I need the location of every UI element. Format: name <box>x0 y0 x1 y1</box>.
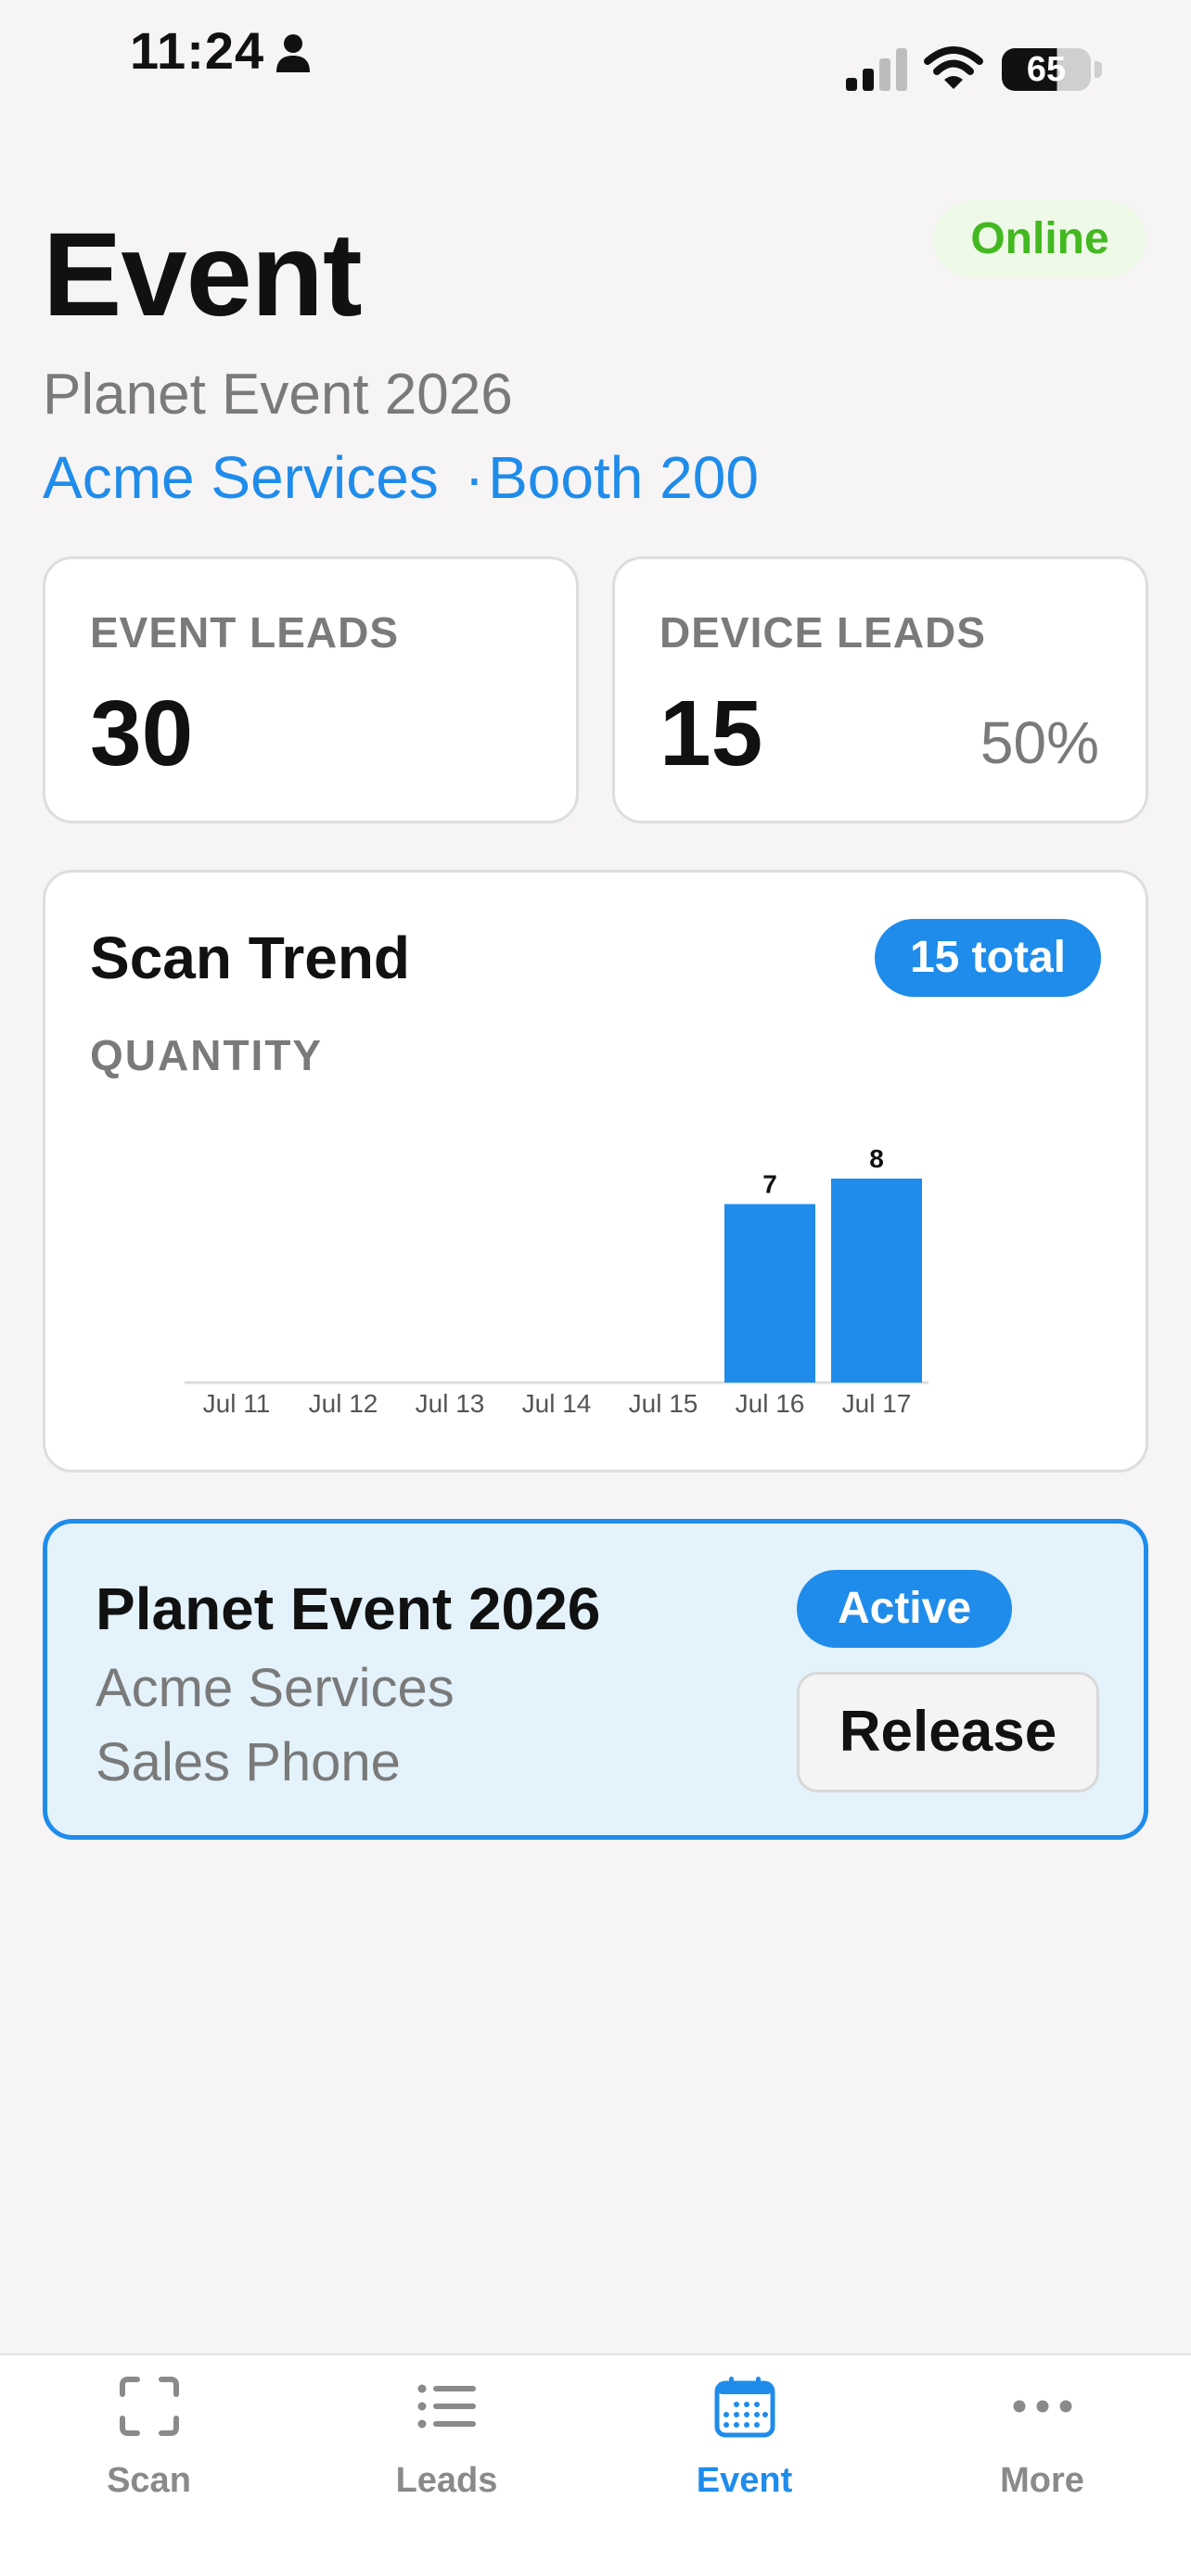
chart-x-tick-label: Jul 13 <box>416 1389 485 1418</box>
tab-event[interactable]: Event <box>596 2355 893 2541</box>
event-leads-card: EVENT LEADS 30 <box>43 556 579 823</box>
list-icon <box>417 2384 476 2429</box>
scan-trend-chart: Jul 11 Jul 12 Jul 13 Jul 14 Jul 15 Jul 16 7 Jul… <box>185 1144 928 1418</box>
tab-leads[interactable]: Leads <box>298 2355 596 2541</box>
device-leads-label: DEVICE LEADS <box>660 608 986 657</box>
separator: · <box>464 444 485 511</box>
event-leads-label: EVENT LEADS <box>90 608 400 657</box>
active-status-badge: Active <box>797 1570 1012 1648</box>
online-status-badge: Online <box>933 200 1146 278</box>
chart-bar-value-label: 7 <box>762 1170 777 1199</box>
chart-x-tick-label: Jul 16 <box>736 1389 805 1418</box>
person-icon <box>276 34 310 72</box>
chart-bar <box>724 1204 815 1383</box>
tab-label: Event <box>696 2461 793 2500</box>
booth-label: Booth 200 <box>488 444 759 511</box>
tab-scan[interactable]: Scan <box>0 2355 298 2541</box>
device-leads-value: 15 <box>660 682 763 785</box>
more-dots-icon <box>1013 2400 1072 2413</box>
company-booth-line: Acme Services ·Booth 200 <box>43 441 759 514</box>
battery-tip <box>1095 61 1102 78</box>
page-title: Event <box>43 209 363 341</box>
tab-label: Leads <box>395 2461 498 2500</box>
scan-trend-card: Scan Trend 15 total QUANTITY Jul 11 Jul 1… <box>43 870 1148 1473</box>
chart-x-tick-label: Jul 14 <box>522 1389 592 1418</box>
chart-x-tick-label: Jul 15 <box>629 1389 698 1418</box>
active-event-card[interactable]: Planet Event 2026 Acme Services Sales Ph… <box>43 1519 1148 1840</box>
scan-frame-icon <box>120 2377 179 2436</box>
battery-icon: 65 <box>1002 48 1091 91</box>
cellular-signal-icon <box>846 48 907 91</box>
active-event-device: Sales Phone <box>96 1732 401 1792</box>
release-button[interactable]: Release <box>797 1672 1099 1792</box>
tab-more[interactable]: More <box>893 2355 1191 2541</box>
calendar-icon <box>714 2377 775 2438</box>
tab-label: Scan <box>107 2461 191 2500</box>
event-name: Planet Event 2026 <box>43 363 513 427</box>
status-time: 11:24 <box>130 21 265 80</box>
chart-x-tick-label: Jul 12 <box>309 1389 378 1418</box>
chart-bar-value-label: 8 <box>869 1144 884 1173</box>
status-bar: 11:24 65 <box>0 0 1191 121</box>
active-event-name: Planet Event 2026 <box>96 1575 601 1642</box>
event-leads-value: 30 <box>90 682 194 785</box>
device-leads-percent: 50% <box>980 709 1099 776</box>
active-event-company: Acme Services <box>96 1658 455 1718</box>
chart-x-tick-label: Jul 11 <box>203 1389 271 1418</box>
company-name: Acme Services <box>43 444 439 511</box>
tab-label: More <box>1000 2461 1084 2500</box>
wifi-icon <box>924 46 983 89</box>
chart-x-tick-label: Jul 17 <box>842 1389 912 1418</box>
tab-bar: Scan Leads Event More <box>0 2353 1191 2576</box>
device-leads-card: DEVICE LEADS 15 50% <box>612 556 1148 823</box>
chart-bar <box>831 1179 922 1383</box>
